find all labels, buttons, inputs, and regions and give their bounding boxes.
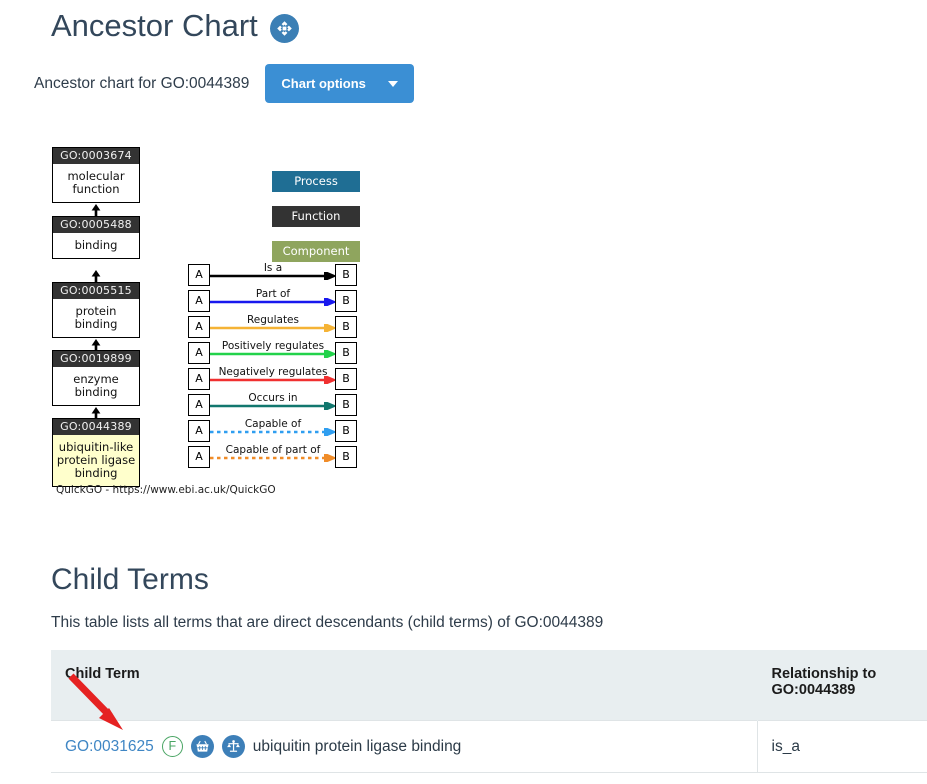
aspect-badge-function-icon: F	[161, 736, 183, 757]
relation-target-box: B	[335, 394, 357, 416]
relation-source-box: A	[188, 368, 210, 390]
child-terms-heading: Child Terms	[51, 563, 209, 596]
aspect-legend-function: Function	[272, 206, 360, 227]
go-node-GO0005515[interactable]: GO:0005515 protein binding	[52, 282, 140, 338]
page-title: Ancestor Chart	[51, 8, 299, 44]
relation-arrow-is-a	[210, 272, 337, 280]
go-node-label: ubiquitin-like protein ligase binding	[53, 435, 139, 486]
go-term-link[interactable]: GO:0031625	[65, 738, 154, 756]
table-header: Child Term Relationship to GO:0044389	[51, 650, 927, 721]
page-title-text: Ancestor Chart	[51, 8, 258, 43]
chevron-down-icon	[387, 80, 398, 87]
relation-target-box: B	[335, 316, 357, 338]
relation-source-box: A	[188, 342, 210, 364]
column-header-child-term: Child Term	[51, 650, 757, 721]
relation-arrow-capable-of-part-of	[210, 454, 337, 462]
balance-scale-icon[interactable]	[221, 735, 245, 758]
relation-arrow-regulates	[210, 324, 337, 332]
term-cell-content: GO:0031625 F ubiquitin protein ligase bi…	[65, 735, 743, 758]
relation-source-box: A	[188, 394, 210, 416]
go-node-id: GO:0044389	[53, 419, 139, 435]
aspect-legend-component: Component	[272, 241, 360, 262]
relation-source-box: A	[188, 446, 210, 468]
chart-options-button[interactable]: Chart options	[265, 64, 414, 103]
aspect-legend-process: Process	[272, 171, 360, 192]
child-terms-table: Child Term Relationship to GO:0044389 GO…	[51, 650, 927, 773]
go-node-GO0003674[interactable]: GO:0003674 molecular function	[52, 147, 140, 203]
relation-target-box: B	[335, 446, 357, 468]
column-header-relationship: Relationship to GO:0044389	[756, 650, 927, 721]
go-node-id: GO:0019899	[53, 351, 139, 367]
ancestor-graph: GO:0003674 molecular function GO:0005488…	[0, 118, 500, 508]
basket-icon[interactable]	[190, 735, 214, 758]
expand-arrows-icon[interactable]	[269, 13, 299, 43]
go-node-label: protein binding	[53, 299, 139, 337]
aspect-legend: Process Function Component	[272, 171, 360, 262]
relation-arrow-negatively-regulates	[210, 376, 337, 384]
go-node-label: enzyme binding	[53, 367, 139, 405]
relation-target-box: B	[335, 264, 357, 286]
relation-arrow-positively-regulates	[210, 350, 337, 358]
child-term-name: ubiquitin protein ligase binding	[252, 737, 462, 755]
relation-source-box: A	[188, 264, 210, 286]
go-node-GO0044389-focus[interactable]: GO:0044389 ubiquitin-like protein ligase…	[52, 418, 140, 487]
go-node-GO0019899[interactable]: GO:0019899 enzyme binding	[52, 350, 140, 406]
chart-subtitle: Ancestor chart for GO:0044389	[34, 74, 250, 92]
go-node-label: binding	[53, 233, 139, 258]
subtitle-row: Ancestor chart for GO:0044389 Chart opti…	[34, 64, 414, 103]
relation-arrow-occurs-in	[210, 402, 337, 410]
relation-source-box: A	[188, 316, 210, 338]
relation-target-box: B	[335, 290, 357, 312]
table-row: GO:0031625 F ubiquitin protein ligase bi…	[51, 720, 927, 773]
relation-target-box: B	[335, 342, 357, 364]
table-body: GO:0031625 F ubiquitin protein ligase bi…	[51, 720, 927, 773]
quickgo-credit: QuickGO - https://www.ebi.ac.uk/QuickGO	[56, 484, 276, 496]
go-node-id: GO:0003674	[53, 148, 139, 164]
child-term-cell: GO:0031625 F ubiquitin protein ligase bi…	[51, 720, 758, 773]
go-node-label: molecular function	[53, 164, 139, 202]
relation-target-box: B	[335, 368, 357, 390]
relation-target-box: B	[335, 420, 357, 442]
go-node-id: GO:0005515	[53, 283, 139, 299]
go-node-GO0005488[interactable]: GO:0005488 binding	[52, 216, 140, 259]
go-node-id: GO:0005488	[53, 217, 139, 233]
child-terms-description: This table lists all terms that are dire…	[51, 614, 604, 631]
relation-source-box: A	[188, 420, 210, 442]
relationship-cell: is_a	[757, 720, 927, 773]
relation-source-box: A	[188, 290, 210, 312]
ancestor-chart-page: Ancestor Chart Ancestor chart for GO:004…	[0, 0, 927, 784]
table-header-row: Child Term Relationship to GO:0044389	[51, 650, 927, 721]
relation-arrow-part-of	[210, 298, 337, 306]
relation-arrow-capable-of	[210, 428, 337, 436]
chart-options-label: Chart options	[281, 76, 366, 91]
